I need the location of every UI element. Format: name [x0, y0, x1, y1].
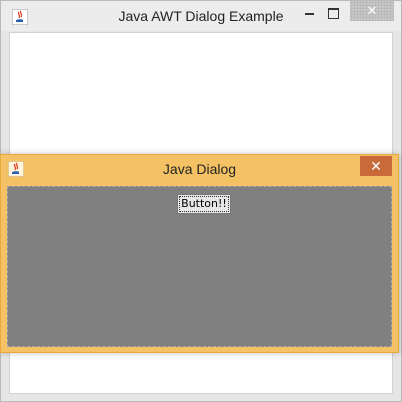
maximize-button[interactable]	[321, 5, 345, 23]
main-titlebar[interactable]: Java AWT Dialog Example ✕	[1, 1, 401, 31]
dialog-close-button[interactable]: ✕	[360, 156, 392, 176]
minimize-button[interactable]	[297, 5, 321, 23]
dialog-title: Java Dialog	[162, 161, 237, 177]
close-button[interactable]: ✕	[350, 1, 394, 21]
dialog-client-area: Button!!	[7, 186, 392, 347]
java-dialog: Java Dialog ✕ Button!!	[0, 154, 399, 353]
dialog-button[interactable]: Button!!	[177, 194, 231, 214]
